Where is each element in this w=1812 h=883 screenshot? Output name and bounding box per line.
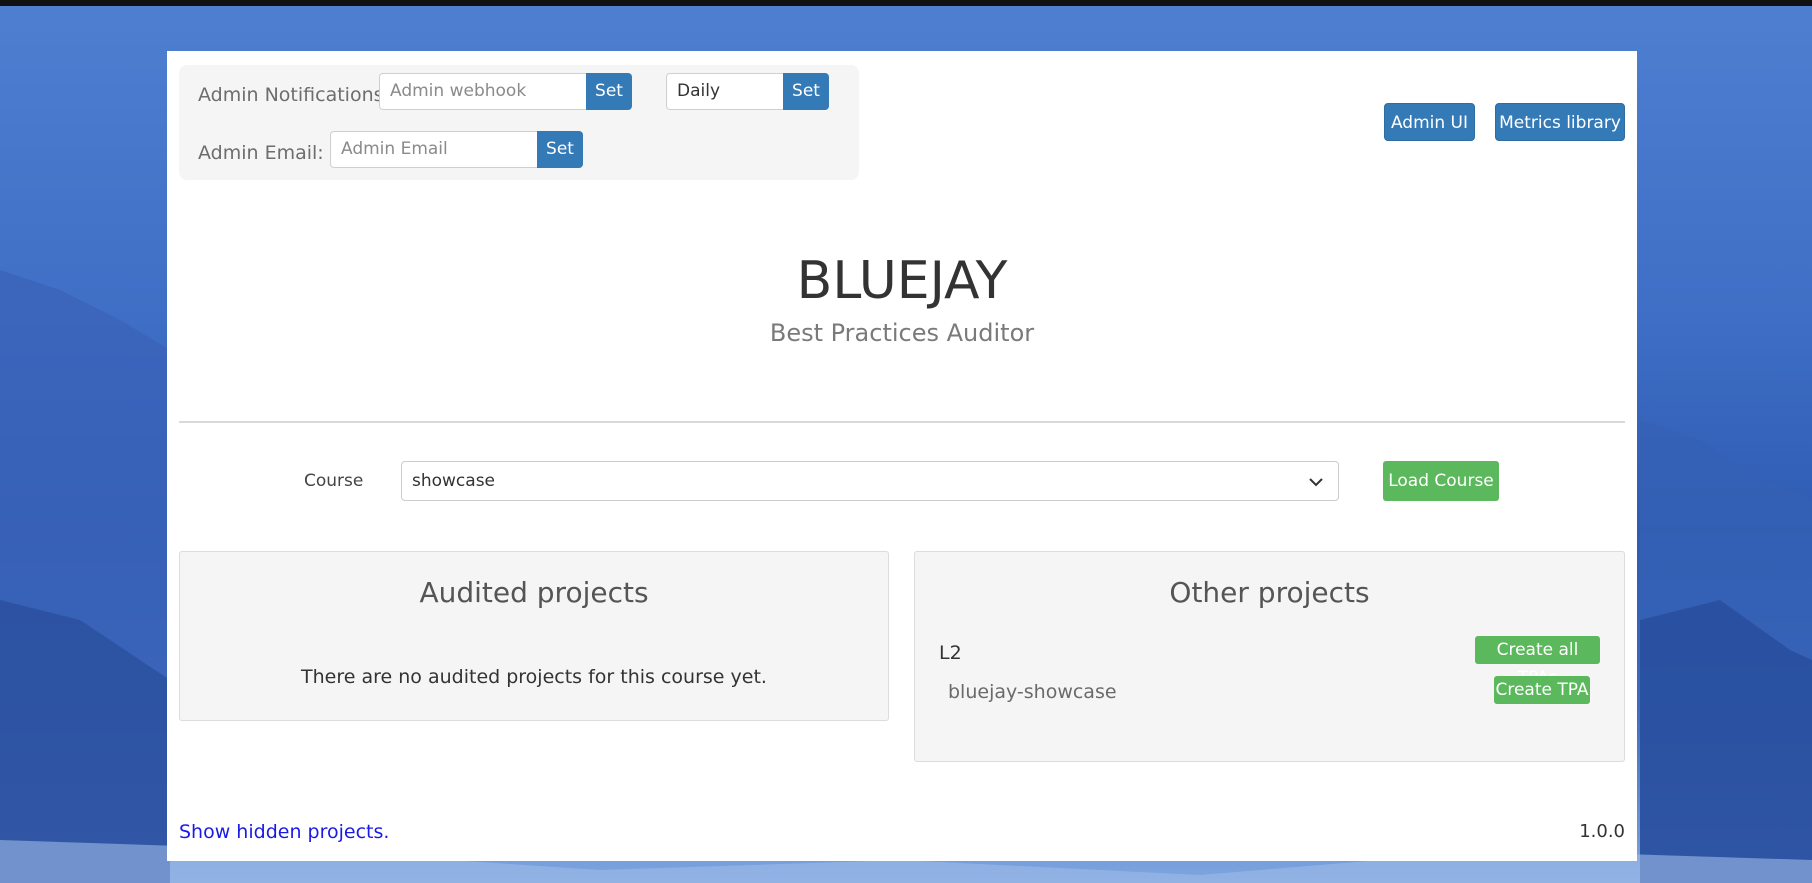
- audited-projects-title: Audited projects: [419, 576, 649, 609]
- metrics-library-button[interactable]: Metrics library: [1495, 103, 1625, 141]
- audited-projects-panel: Audited projects There are no audited pr…: [179, 551, 889, 721]
- admin-ui-button[interactable]: Admin UI: [1384, 103, 1475, 141]
- project-group-name: L2: [939, 642, 962, 664]
- other-projects-panel: Other projects L2 Create all TPAs blueja…: [914, 551, 1625, 762]
- show-hidden-projects-link[interactable]: Show hidden projects.: [179, 821, 389, 843]
- admin-webhook-input[interactable]: Admin webhook: [379, 73, 587, 110]
- other-projects-title: Other projects: [1169, 576, 1370, 609]
- create-all-tpas-button[interactable]: Create all TPAs: [1475, 636, 1600, 688]
- load-course-button[interactable]: Load Course: [1383, 461, 1499, 501]
- admin-notifications-label: Admin Notifications:: [198, 84, 390, 106]
- course-label: Course: [304, 471, 364, 491]
- webhook-set-button[interactable]: Set: [586, 73, 632, 110]
- course-selected-value: showcase: [412, 471, 496, 491]
- header-divider: [179, 421, 1625, 423]
- app-title: BLUEJAY: [796, 251, 1008, 311]
- project-name: bluejay-showcase: [948, 681, 1117, 703]
- app-version: 1.0.0: [1579, 821, 1625, 842]
- create-tpa-button[interactable]: Create TPA: [1494, 676, 1590, 704]
- main-page: Admin Notifications: Admin webhook Set D…: [167, 51, 1637, 861]
- chevron-down-icon: [1309, 478, 1323, 487]
- admin-email-input[interactable]: Admin Email: [330, 131, 538, 168]
- admin-email-label: Admin Email:: [198, 142, 324, 164]
- audited-empty-message: There are no audited projects for this c…: [301, 666, 767, 688]
- app-subtitle: Best Practices Auditor: [769, 319, 1035, 347]
- email-set-button[interactable]: Set: [537, 131, 583, 168]
- course-select[interactable]: showcase: [401, 461, 1339, 501]
- frequency-input[interactable]: Daily: [666, 73, 784, 110]
- admin-notifications-panel: Admin Notifications: Admin webhook Set D…: [179, 65, 859, 180]
- frequency-set-button[interactable]: Set: [783, 73, 829, 110]
